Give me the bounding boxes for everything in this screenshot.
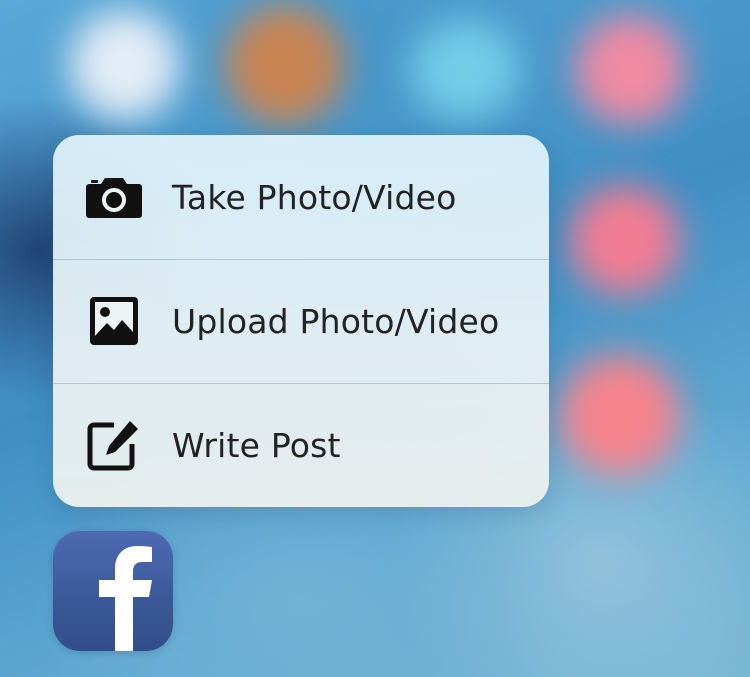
photo-icon — [85, 292, 143, 350]
blurred-app-icon — [570, 185, 680, 295]
blurred-app-icon — [70, 10, 180, 120]
compose-icon — [85, 416, 143, 474]
blurred-app-icon — [410, 20, 520, 120]
camera-icon — [85, 168, 143, 226]
quick-action-label: Upload Photo/Video — [172, 301, 500, 341]
blurred-app-icon — [225, 5, 345, 125]
quick-action-write-post[interactable]: Write Post — [53, 383, 549, 507]
quick-actions-menu: Take Photo/Video Upload Photo/Video Writ… — [53, 135, 549, 507]
quick-action-upload-photo-video[interactable]: Upload Photo/Video — [53, 259, 549, 383]
quick-action-label: Take Photo/Video — [172, 177, 457, 217]
facebook-f-glyph — [99, 546, 152, 651]
blurred-app-icon — [575, 15, 685, 125]
quick-action-label: Write Post — [172, 425, 341, 465]
facebook-app-icon[interactable] — [53, 531, 173, 651]
quick-action-take-photo-video[interactable]: Take Photo/Video — [53, 135, 549, 259]
blurred-app-icon — [560, 355, 680, 475]
